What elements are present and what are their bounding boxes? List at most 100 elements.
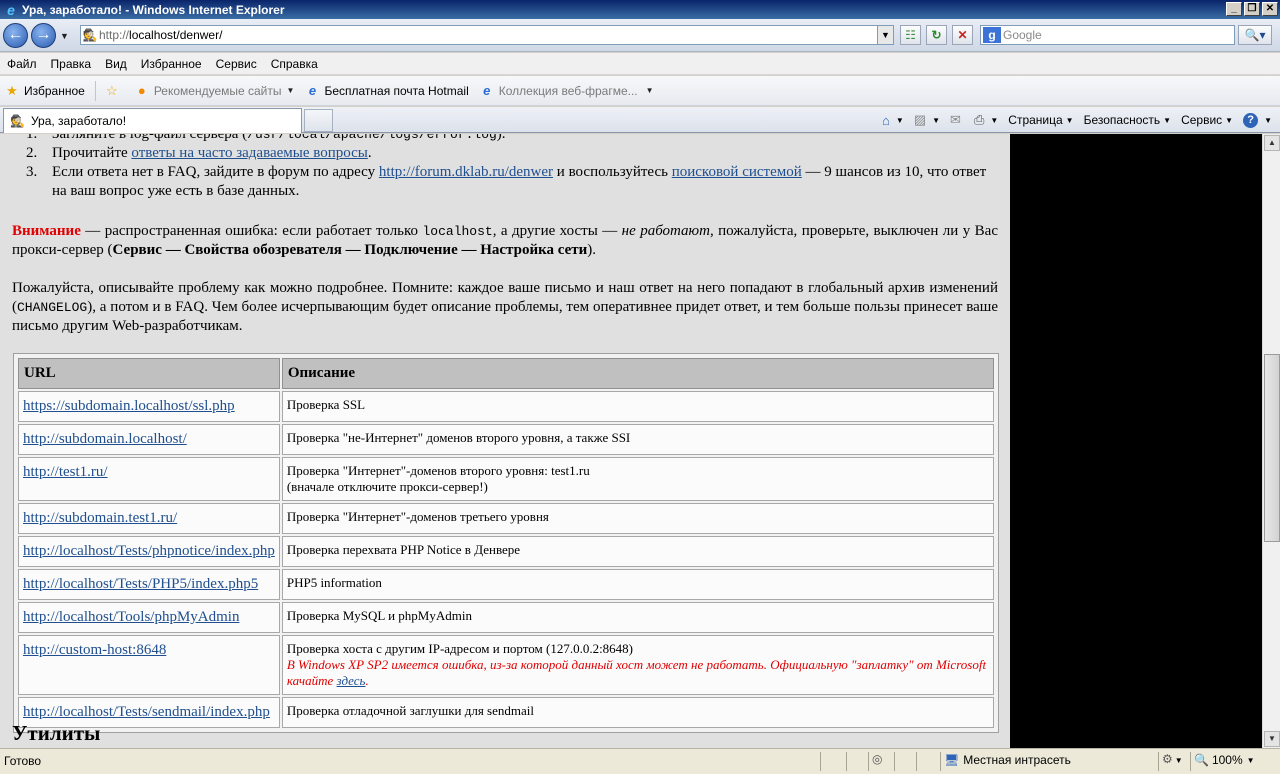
chevron-down-icon: ▼ [1174,756,1183,765]
localhost-code: localhost [422,224,493,239]
protected-mode-pane: ◎ [868,752,882,771]
menu-view[interactable]: Вид [105,57,127,71]
print-button[interactable]: ⎙ ▼ [974,112,998,128]
maximize-button[interactable]: ❐ [1244,2,1260,16]
xp-sp2-note: В Windows XP SP2 имеется ошибка, из-за к… [287,657,986,688]
menu-help[interactable]: Справка [271,57,318,71]
refresh-button[interactable]: ↻ [926,25,947,45]
search-button[interactable]: 🔍▾ [1238,25,1272,45]
vertical-scrollbar[interactable]: ▲ ▼ [1262,134,1280,748]
patch-link[interactable]: здесь [337,673,366,688]
chevron-down-icon: ▼ [645,86,654,95]
search-engine-link[interactable]: поисковой системой [672,164,802,180]
back-button[interactable]: ← [3,23,28,48]
description-column-header: Описание [281,358,994,389]
test-url-link[interactable]: http://localhost/Tests/sendmail/index.ph… [23,704,270,720]
address-dropdown-icon[interactable]: ▼ [877,26,893,44]
test-url-link[interactable]: http://custom-host:8648 [23,642,166,658]
search-input[interactable]: g Google [980,25,1235,45]
table-header-row: URL Описание [18,358,994,389]
scroll-up-button[interactable]: ▲ [1264,135,1280,151]
test-url-link[interactable]: http://test1.ru/ [23,464,108,480]
new-tab-button[interactable] [304,109,333,132]
warning-text: ). [587,242,597,258]
hotmail-label: Бесплатная почта Hotmail [324,83,469,98]
test-url-link[interactable]: http://localhost/Tests/PHP5/index.php5 [23,576,258,592]
scroll-thumb[interactable] [1264,354,1280,542]
log-path: /usr/local/apache/logs/error.log [247,134,497,142]
menu-edit[interactable]: Правка [51,57,92,71]
url-cell: http://localhost/Tools/phpMyAdmin [18,602,280,633]
web-slice-gallery-button[interactable]: e Коллекция веб-фрагме... ▼ [479,82,654,99]
help-steps-list: 1. Загляните в log-файл сервера (/usr/lo… [12,134,1002,201]
menu-file[interactable]: Файл [7,57,37,71]
zone-label: Местная интрасеть [963,753,1071,767]
chevron-down-icon: ▼ [1264,115,1272,125]
home-button[interactable]: ⌂ ▼ [882,113,904,128]
test-url-link[interactable]: http://localhost/Tools/phpMyAdmin [23,609,239,625]
note-text: В Windows XP SP2 имеется ошибка, из-за к… [286,657,987,688]
utilities-heading: Утилиты [12,721,101,745]
description-cell: Проверка "Интернет"-доменов третьего уро… [281,503,994,534]
address-bar[interactable]: 🕵 http://localhost/denwer/ ▼ [80,25,894,45]
site-favicon-icon: 🕵 [10,114,25,128]
suggested-sites-icon: ● [137,82,146,98]
table-row: http://test1.ru/ Проверка "Интернет"-дом… [18,457,994,501]
feeds-button[interactable]: ▨ ▼ [914,112,940,128]
safety-menu-button[interactable]: Безопасность ▼ [1084,113,1171,127]
test-url-link[interactable]: https://subdomain.localhost/ssl.php [23,398,235,414]
test-url-link[interactable]: http://subdomain.test1.ru/ [23,510,177,526]
tab-title: Ура, заработало! [30,114,127,128]
tab-active[interactable]: 🕵 Ура, заработало! [3,108,302,133]
menu-favorites[interactable]: Избранное [141,57,202,71]
test-url-link[interactable]: http://subdomain.localhost/ [23,431,187,447]
test-urls-table: URL Описание https://subdomain.localhost… [13,353,999,733]
list-text: . [367,145,372,161]
search-placeholder: Google [1003,28,1042,42]
favorites-button[interactable]: ★ Избранное [4,83,85,99]
ie-page-icon: e [483,82,491,98]
zoom-control[interactable]: 🔍 100% ▼ [1194,753,1255,767]
description-cell: Проверка отладочной заглушки для sendmai… [281,697,994,728]
tools-menu-button[interactable]: Сервис ▼ [1181,113,1233,127]
privacy-icon: ◎ [872,752,883,766]
url-cell: http://custom-host:8648 [18,635,280,695]
menu-tools[interactable]: Сервис [216,57,257,71]
status-pane [894,752,895,771]
favorites-separator [94,80,96,101]
description-cell: Проверка "Интернет"-доменов второго уров… [281,457,994,501]
page-menu-button[interactable]: Страница ▼ [1008,113,1073,127]
chevron-down-icon: ▼ [1065,115,1074,125]
chevron-down-icon: ▼ [990,115,999,125]
url-column-header: URL [18,358,280,389]
table-row: https://subdomain.localhost/ssl.php Пров… [18,391,994,422]
help-button[interactable]: ? ▼ [1243,112,1272,128]
security-zone[interactable]: 🖥 Местная интрасеть [944,753,1071,767]
list-number: 1. [26,134,38,142]
url-cell: http://localhost/Tests/phpnotice/index.p… [18,536,280,567]
hotmail-link[interactable]: e Бесплатная почта Hotmail [304,83,469,99]
home-icon: ⌂ [882,112,890,128]
forum-link[interactable]: http://forum.dklab.ru/denwer [379,164,553,180]
scroll-down-button[interactable]: ▼ [1264,731,1280,747]
chevron-down-icon: ▼ [895,115,904,125]
page-menu-label: Страница [1008,113,1063,127]
recent-pages-dropdown[interactable]: ▼ [60,31,69,41]
forward-button[interactable]: → [31,23,56,48]
suggested-sites-button[interactable]: ● Рекомендуемые сайты ▼ [134,83,295,99]
description-cell: PHP5 information [281,569,994,600]
stop-button[interactable]: ✕ [952,25,973,45]
command-bar: ⌂ ▼ ▨ ▼ ✉ ⎙ ▼ Страница ▼ Безопасность ▼ Серви… [872,110,1272,130]
add-to-favorites-bar-button[interactable]: ☆ [104,83,124,99]
status-pane [820,752,821,771]
describe-text: ), а потом и в FAQ. Чем более исчерпываю… [12,299,998,334]
list-text: Прочитайте [52,145,132,161]
address-url-scheme: http:// [99,28,130,42]
close-button[interactable]: ✕ [1262,2,1278,16]
read-mail-button[interactable]: ✉ [950,112,964,128]
test-url-link[interactable]: http://localhost/Tests/phpnotice/index.p… [23,543,275,559]
description-text: Проверка хоста с другим IP-адресом и пор… [286,641,634,656]
minimize-button[interactable]: _ [1226,2,1242,16]
compatibility-view-button[interactable]: ☷ [900,25,921,45]
faq-link[interactable]: ответы на часто задаваемые вопросы [131,145,367,161]
